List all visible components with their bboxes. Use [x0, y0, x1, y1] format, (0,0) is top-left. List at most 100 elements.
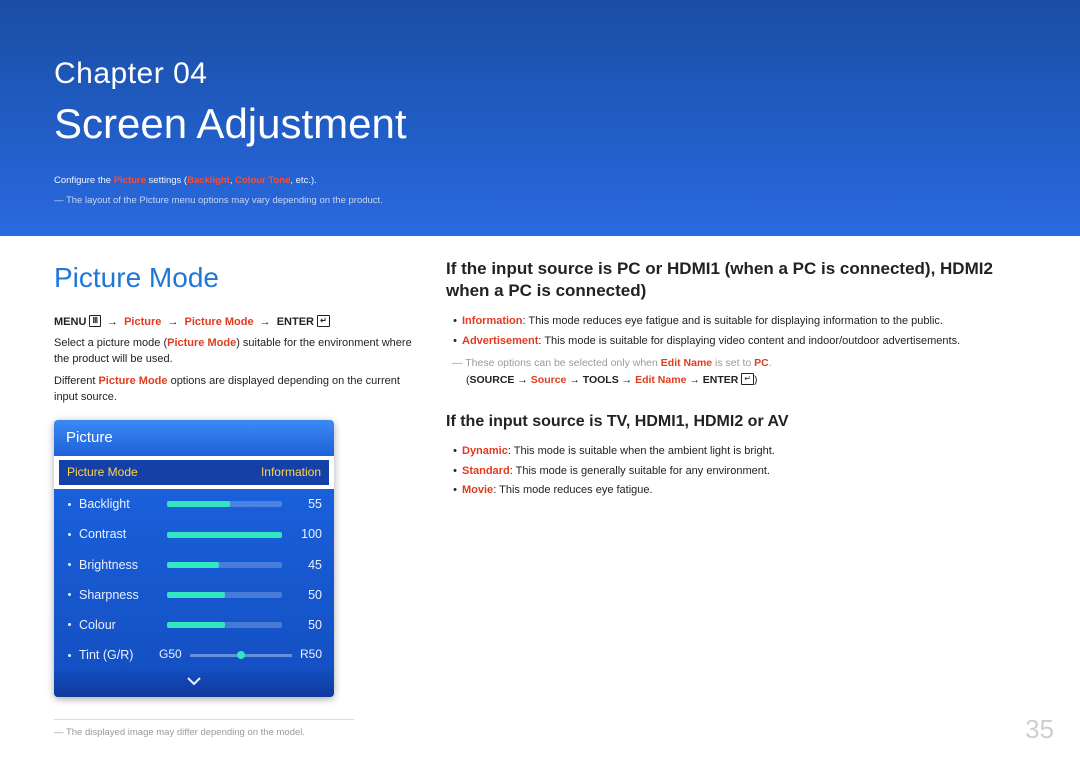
menu-breadcrumb: MENU Ⅲ → Picture → Picture Mode → ENTER …: [54, 315, 414, 331]
config-colourtone: Colour Tone: [235, 175, 290, 186]
osd-mode-row[interactable]: Picture Mode Information: [57, 458, 331, 487]
list-item: •Information: This mode reduces eye fati…: [448, 314, 1026, 330]
chapter-header: Chapter 04 Screen Adjustment Configure t…: [0, 0, 1080, 236]
chapter-title: Screen Adjustment: [54, 94, 1026, 155]
osd-item-sharpness[interactable]: Sharpness 50: [54, 580, 334, 610]
osd-slider-fill: [167, 562, 219, 568]
config-pre: Configure the: [54, 175, 114, 186]
bullet-text: : This mode reduces eye fatigue and is s…: [523, 315, 943, 327]
bullet-list-1: •Information: This mode reduces eye fati…: [446, 314, 1026, 350]
osd-mode-value: Information: [261, 464, 321, 481]
osd-item-label: Backlight: [79, 495, 157, 513]
osd-item-backlight[interactable]: Backlight 55: [54, 489, 334, 519]
osd-slider[interactable]: [167, 562, 282, 568]
para2-pre: Different: [54, 375, 98, 387]
bullet-text: : This mode is generally suitable for an…: [510, 465, 770, 477]
bc-arrow: →: [107, 315, 118, 331]
src-arrow: →: [569, 374, 580, 386]
footnote: ― The displayed image may differ dependi…: [54, 726, 414, 740]
page-number: 35: [1025, 711, 1054, 749]
list-item: •Movie: This mode reduces eye fatigue.: [448, 483, 1026, 499]
para-2: Different Picture Mode options are displ…: [54, 374, 414, 406]
osd-slider[interactable]: [167, 622, 282, 628]
note-picture: Picture: [139, 195, 169, 206]
osd-slider-fill: [167, 532, 282, 538]
bc-picture: Picture: [124, 316, 161, 328]
bullet-text: : This mode is suitable for displaying v…: [538, 335, 960, 347]
bc-picture-mode: Picture Mode: [185, 316, 254, 328]
osd-item-label: Contrast: [79, 525, 157, 543]
config-mid: settings (: [146, 175, 187, 186]
chapter-label: Chapter 04: [54, 52, 1026, 96]
src-enter: ENTER: [703, 374, 739, 386]
menu-icon: Ⅲ: [89, 315, 101, 327]
paren-close: ): [754, 374, 758, 386]
para1-pm: Picture Mode: [167, 337, 236, 349]
osd-item-tint[interactable]: Tint (G/R) G50 R50: [54, 640, 334, 670]
osd-panel: Picture Picture Mode Information Backlig…: [54, 420, 334, 697]
bc-arrow: →: [167, 315, 178, 331]
note-pc: PC: [754, 357, 769, 369]
para1-pre: Select a picture mode (: [54, 337, 167, 349]
osd-item-label: Colour: [79, 616, 157, 634]
bc-arrow: →: [260, 315, 271, 331]
bc-enter: ENTER: [277, 316, 314, 328]
osd-slider[interactable]: [167, 532, 282, 538]
right-heading-1: If the input source is PC or HDMI1 (when…: [446, 258, 1026, 302]
bullet-name: Movie: [462, 484, 493, 496]
osd-item-value: 55: [292, 495, 322, 513]
note-post: .: [769, 357, 772, 369]
osd-item-contrast[interactable]: Contrast 100: [54, 519, 334, 549]
dot-icon: [68, 533, 71, 536]
osd-tint-label: Tint (G/R): [79, 646, 157, 664]
osd-list: Backlight 55 Contrast 100 Brightness 45: [54, 489, 334, 697]
right-column: If the input source is PC or HDMI1 (when…: [446, 258, 1026, 740]
enter-icon: ↵: [741, 373, 754, 385]
bullet-name: Information: [462, 315, 523, 327]
osd-item-value: 50: [292, 586, 322, 604]
note-mid: is set to: [712, 357, 754, 369]
dot-icon: [68, 654, 71, 657]
src-tools: TOOLS: [583, 374, 619, 386]
osd-tint-knob[interactable]: [237, 651, 245, 659]
src-arrow: →: [689, 374, 700, 386]
dot-icon: [68, 503, 71, 506]
osd-item-label: Brightness: [79, 556, 157, 574]
osd-scroll-down[interactable]: [54, 670, 334, 697]
list-item: •Advertisement: This mode is suitable fo…: [448, 334, 1026, 350]
note-editname: Edit Name: [661, 357, 712, 369]
list-item: •Standard: This mode is generally suitab…: [448, 464, 1026, 480]
osd-slider[interactable]: [167, 592, 282, 598]
config-picture: Picture: [114, 175, 146, 186]
osd-slider[interactable]: [167, 501, 282, 507]
note-pre: ― These options can be selected only whe…: [452, 357, 661, 369]
dot-icon: [68, 623, 71, 626]
note-pre: ― The layout of the: [54, 195, 139, 206]
para-1: Select a picture mode (Picture Mode) sui…: [54, 336, 414, 368]
divider: [54, 719, 354, 720]
osd-tint-left: G50: [159, 646, 182, 663]
enter-icon: ↵: [317, 315, 330, 327]
list-item: •Dynamic: This mode is suitable when the…: [448, 444, 1026, 460]
osd-mode-label: Picture Mode: [67, 464, 138, 481]
osd-slider-fill: [167, 501, 230, 507]
osd-item-colour[interactable]: Colour 50: [54, 610, 334, 640]
section-title: Picture Mode: [54, 258, 414, 299]
osd-title: Picture: [54, 420, 334, 456]
dot-icon: [68, 593, 71, 596]
osd-slider-fill: [167, 622, 225, 628]
src-arrow: →: [517, 374, 528, 386]
osd-item-value: 50: [292, 616, 322, 634]
osd-tint-right: R50: [300, 646, 322, 663]
osd-item-value: 100: [292, 525, 322, 543]
dot-icon: [68, 563, 71, 566]
note-post: menu options may vary depending on the p…: [169, 195, 383, 206]
config-backlight: Backlight: [187, 175, 230, 186]
osd-tint-track[interactable]: [190, 654, 292, 657]
bullet-name: Standard: [462, 465, 510, 477]
bullet-name: Dynamic: [462, 445, 508, 457]
left-column: Picture Mode MENU Ⅲ → Picture → Picture …: [54, 258, 414, 740]
osd-item-brightness[interactable]: Brightness 45: [54, 550, 334, 580]
src-arrow: →: [622, 374, 633, 386]
chapter-note: ― The layout of the Picture menu options…: [54, 194, 1026, 208]
